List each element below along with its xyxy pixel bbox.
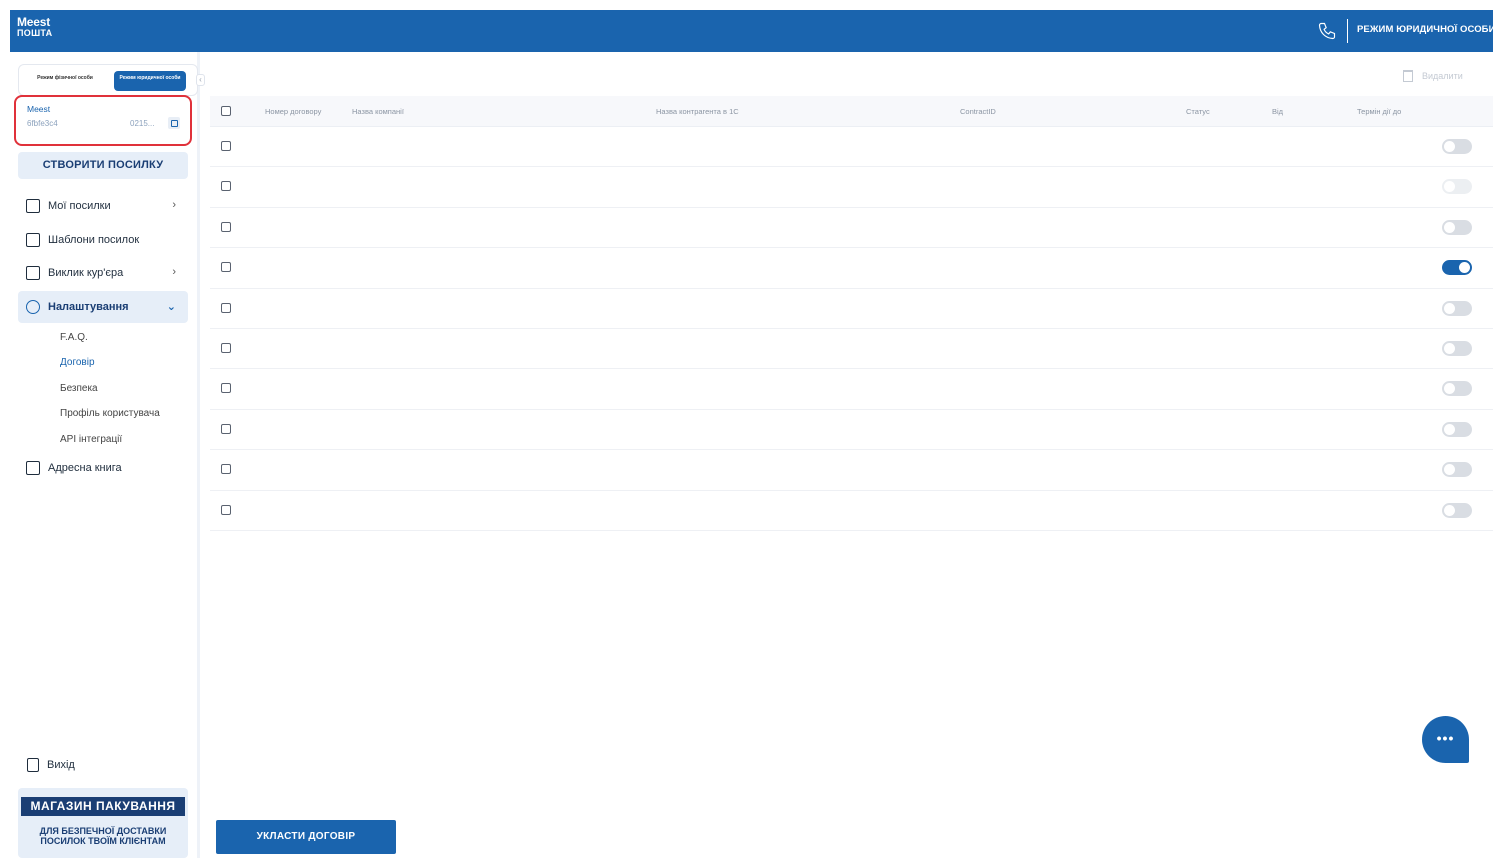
status-toggle[interactable] xyxy=(1442,421,1472,437)
delete-label: Видалити xyxy=(1422,71,1463,81)
phone-icon[interactable] xyxy=(1317,21,1337,41)
row-checkbox[interactable] xyxy=(221,302,231,313)
status-toggle[interactable] xyxy=(1442,340,1472,356)
account-card: Meest 6fbfe3c4 0215... xyxy=(14,95,192,146)
mode-individual-button[interactable]: Режим фізичної особи xyxy=(29,71,101,91)
status-toggle[interactable] xyxy=(1442,300,1472,316)
header-divider xyxy=(1347,19,1348,43)
column-header[interactable]: Термін дії до xyxy=(1357,107,1401,116)
table-row[interactable] xyxy=(210,289,1493,330)
table-row[interactable] xyxy=(210,410,1493,451)
address-book-icon xyxy=(26,461,40,475)
table-row[interactable] xyxy=(210,329,1493,370)
table-body xyxy=(210,127,1493,532)
table-row[interactable] xyxy=(210,248,1493,289)
sign-contract-button[interactable]: УКЛАСТИ ДОГОВІР xyxy=(216,820,396,854)
sidebar-item-label: Виклик кур'єра xyxy=(48,267,124,279)
row-checkbox[interactable] xyxy=(221,221,231,232)
contracts-table: Номер договору Назва компанії Назва конт… xyxy=(210,96,1493,532)
sidebar-item-label: Налаштування xyxy=(48,301,129,313)
column-header[interactable]: Назва компанії xyxy=(352,107,404,116)
row-checkbox[interactable] xyxy=(221,181,231,192)
status-toggle[interactable] xyxy=(1442,381,1472,397)
status-toggle[interactable] xyxy=(1442,179,1472,195)
sidebar-subitem-contract[interactable]: Договір xyxy=(60,357,95,368)
status-toggle[interactable] xyxy=(1442,139,1472,154)
table-header: Номер договору Назва компанії Назва конт… xyxy=(210,96,1493,127)
collapse-sidebar-button[interactable]: ‹ xyxy=(196,74,205,86)
sidebar-item-templates[interactable]: Шаблони посилок xyxy=(18,224,188,256)
chat-button[interactable]: ••• xyxy=(1422,716,1469,763)
sidebar-subitem-security[interactable]: Безпека xyxy=(60,383,98,394)
banner-title: МАГАЗИН ПАКУВАННЯ xyxy=(21,797,185,816)
account-name: Meest xyxy=(27,104,51,114)
door-icon xyxy=(27,758,39,772)
table-row[interactable] xyxy=(210,491,1493,532)
row-checkbox[interactable] xyxy=(221,262,231,273)
row-checkbox[interactable] xyxy=(221,141,231,151)
sidebar-subitem-faq[interactable]: F.A.Q. xyxy=(60,332,88,343)
table-row[interactable] xyxy=(210,450,1493,491)
gear-icon xyxy=(26,300,40,314)
sidebar-item-label: Адресна книга xyxy=(48,462,122,474)
template-icon xyxy=(26,233,40,247)
meest-logo[interactable]: Meest ПОШТА xyxy=(17,15,53,39)
column-header[interactable]: ContractID xyxy=(960,107,996,116)
row-checkbox[interactable] xyxy=(221,383,231,394)
account-id-right: 0215... xyxy=(130,119,155,128)
mode-legal-button[interactable]: Режим юридичної особи xyxy=(114,71,186,91)
row-checkbox[interactable] xyxy=(221,423,231,434)
delete-button[interactable]: Видалити xyxy=(1403,70,1463,82)
truck-icon xyxy=(26,266,40,280)
row-checkbox[interactable] xyxy=(221,464,231,475)
column-header[interactable]: Назва контрагента в 1С xyxy=(656,107,739,116)
status-toggle[interactable] xyxy=(1442,260,1472,276)
top-bar: Meest ПОШТА РЕЖИМ ЮРИДИЧНОЇ ОСОБИ xyxy=(10,10,1493,52)
table-row[interactable] xyxy=(210,127,1493,168)
packaging-shop-banner[interactable]: МАГАЗИН ПАКУВАННЯ ДЛЯ БЕЗПЕЧНОЇ ДОСТАВКИ… xyxy=(18,788,188,858)
column-header[interactable]: Від xyxy=(1272,107,1283,116)
status-toggle[interactable] xyxy=(1442,219,1472,235)
chevron-right-icon: › xyxy=(172,266,176,278)
sidebar-item-label: Мої посилки xyxy=(48,200,111,212)
logo-subtext: ПОШТА xyxy=(17,28,53,38)
exit-button[interactable]: Вихід xyxy=(18,749,75,781)
status-toggle[interactable] xyxy=(1442,502,1472,518)
banner-subtitle: ДЛЯ БЕЗПЕЧНОЇ ДОСТАВКИ ПОСИЛОК ТВОЇМ КЛІ… xyxy=(39,826,167,846)
table-row[interactable] xyxy=(210,208,1493,249)
sidebar-subitem-profile[interactable]: Профіль користувача xyxy=(60,408,160,419)
status-toggle[interactable] xyxy=(1442,462,1472,478)
column-header[interactable]: Номер договору xyxy=(265,107,321,116)
copy-icon[interactable] xyxy=(168,117,180,129)
sidebar-item-address-book[interactable]: Адресна книга xyxy=(18,452,188,484)
sidebar-item-settings[interactable]: Налаштування ⌄ xyxy=(18,291,188,323)
mode-label[interactable]: РЕЖИМ ЮРИДИЧНОЇ ОСОБИ xyxy=(1357,24,1493,35)
account-id-left: 6fbfe3c4 xyxy=(27,119,58,128)
table-row[interactable] xyxy=(210,369,1493,411)
parcel-icon xyxy=(26,199,40,213)
create-parcel-button[interactable]: СТВОРИТИ ПОСИЛКУ xyxy=(18,152,188,179)
sidebar: Режим фізичної особи Режим юридичної осо… xyxy=(10,52,205,858)
sidebar-item-courier[interactable]: Виклик кур'єра › xyxy=(18,257,188,289)
sidebar-item-my-parcels[interactable]: Мої посилки › xyxy=(18,190,188,222)
logo-text: Meest xyxy=(17,15,51,29)
trash-icon xyxy=(1403,70,1413,82)
chevron-right-icon: › xyxy=(172,199,176,211)
mode-switch: Режим фізичної особи Режим юридичної осо… xyxy=(18,64,198,96)
table-row[interactable] xyxy=(210,167,1493,209)
row-checkbox[interactable] xyxy=(221,342,231,353)
row-checkbox[interactable] xyxy=(221,504,231,515)
sidebar-item-label: Шаблони посилок xyxy=(48,234,140,246)
exit-label: Вихід xyxy=(47,759,75,771)
column-header[interactable]: Статус xyxy=(1186,107,1210,116)
chevron-down-icon: ⌄ xyxy=(166,301,176,313)
select-all-checkbox[interactable] xyxy=(221,106,231,116)
sidebar-subitem-api[interactable]: API інтеграції xyxy=(60,434,122,445)
